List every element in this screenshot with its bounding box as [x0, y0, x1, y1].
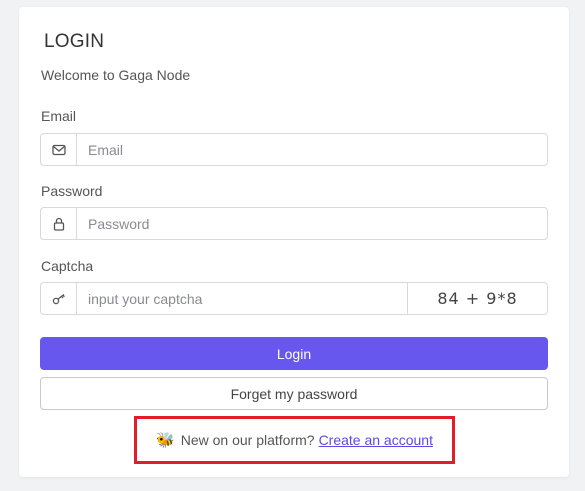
- captcha-challenge[interactable]: 84 + 9*8: [407, 283, 547, 314]
- page-title: LOGIN: [44, 31, 105, 52]
- captcha-field[interactable]: [77, 283, 407, 314]
- email-input-group: [40, 133, 548, 166]
- signup-prompt: 🐝 New on our platform? Create an account: [134, 416, 455, 464]
- key-icon: [41, 283, 77, 314]
- forgot-password-button[interactable]: Forget my password: [40, 377, 548, 410]
- login-button[interactable]: Login: [40, 337, 548, 370]
- login-card: LOGIN Welcome to Gaga Node Email Passwor…: [19, 7, 569, 477]
- email-field[interactable]: [77, 134, 547, 165]
- email-label: Email: [41, 108, 77, 124]
- captcha-input-group: 84 + 9*8: [40, 282, 548, 315]
- password-label: Password: [41, 183, 103, 199]
- captcha-label: Captcha: [41, 258, 94, 274]
- password-field[interactable]: [77, 208, 547, 239]
- lock-icon: [41, 208, 77, 239]
- bee-icon: 🐝: [156, 432, 175, 449]
- signup-text: New on our platform?: [180, 432, 315, 448]
- create-account-link[interactable]: Create an account: [319, 432, 433, 448]
- welcome-text: Welcome to Gaga Node: [41, 67, 191, 83]
- password-input-group: [40, 207, 548, 240]
- mail-icon: [41, 134, 77, 165]
